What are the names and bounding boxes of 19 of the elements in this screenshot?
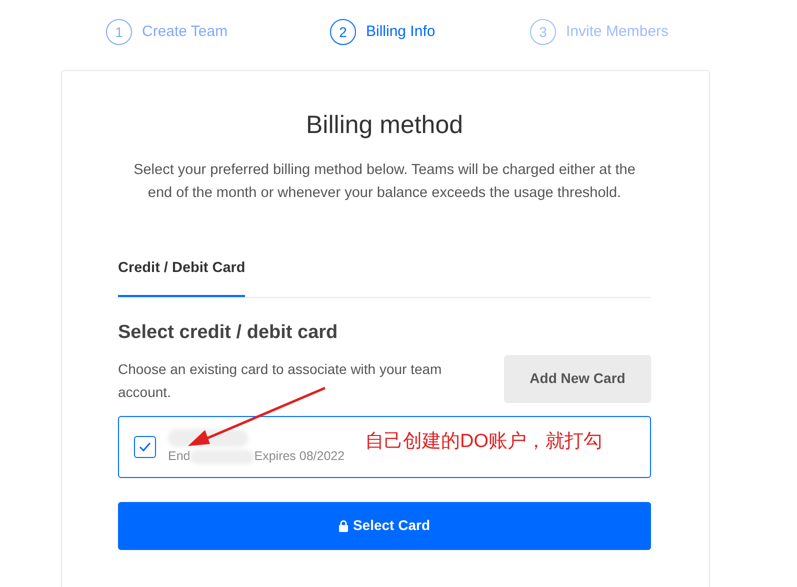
tab[interactable]: Credit / Debit Card [118,258,246,298]
select-card-button[interactable]: Select Card [118,502,651,550]
check-icon [139,442,151,452]
annotation-text: 自己创建的DO账户，就打勾 [365,430,602,454]
step-number: 2 [330,19,356,45]
section-text: Choose an existing card to associate with your team account. [118,360,443,402]
step-number: 1 [106,19,132,45]
intro-text: Select your preferred billing method below. Teams will be charged either at the end of the month or whenever your balance exceeds the usage threshold. [132,160,636,203]
checkbox[interactable] [134,436,156,458]
step-label: Invite Members [566,22,669,42]
page-title: Billing method [304,110,464,141]
card-expiry: Expires 08/2022 [254,448,345,466]
step-number: 3 [530,19,556,45]
step-label: Create Team [142,22,228,42]
lock-icon [338,520,348,532]
add-card-button[interactable]: Add New Card [504,354,651,403]
step-label: Billing Info [366,22,436,42]
section-title: Select credit / debit card [118,321,339,346]
card-ending-label: End [168,448,190,466]
